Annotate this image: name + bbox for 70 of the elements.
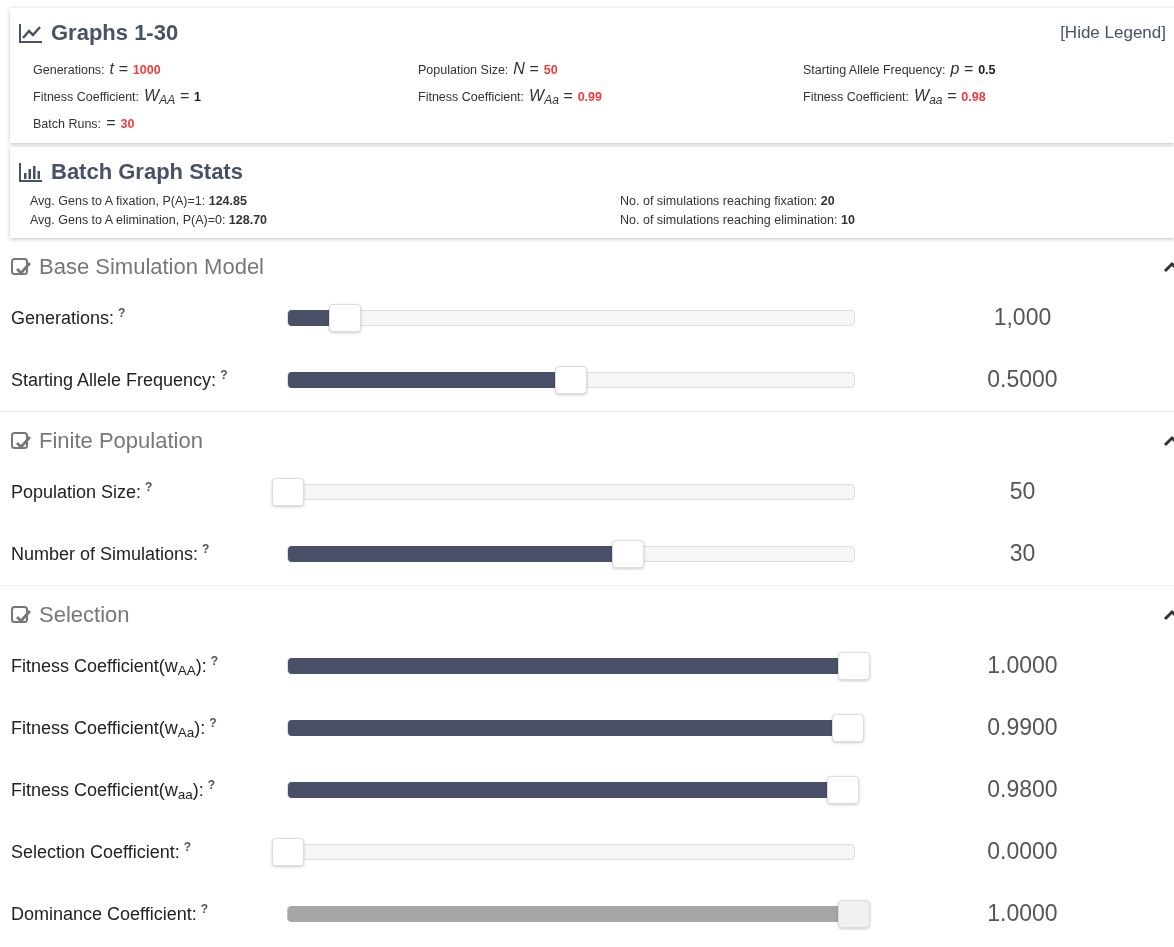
slider-value: 0.5000 [986,365,1059,395]
param-value: 0.5 [978,62,996,79]
slider-value: 1.0000 [986,899,1059,929]
checkbox-icon[interactable] [11,431,31,450]
hide-legend-link[interactable]: [Hide Legend] [1060,19,1166,46]
help-icon[interactable]: ? [202,541,210,556]
param-label: Generations: [33,62,105,79]
param-label: Fitness Coefficient: [418,89,525,106]
slider-handle[interactable] [832,713,865,742]
slider-label: Fitness Coefficient(w$_{aa}$): [11,779,204,800]
help-icon[interactable]: ? [209,715,217,730]
stat-text: Avg. Gens to A elimination, P(A)=0: 128.70 [30,211,269,229]
param-symbol: W$_{AA}$ = [144,86,189,108]
slider-handle[interactable] [271,477,304,506]
param-symbol: W$_{Aa}$ = [529,86,573,108]
slider-value: 30 [1008,539,1037,569]
line-chart-icon [19,23,43,44]
param-symbol: = [106,113,116,133]
checkbox-icon[interactable] [11,257,31,276]
slider-label: Fitness Coefficient(w$_{AA}$): [11,655,207,676]
slider-value: 0.9900 [986,713,1059,743]
slider-value: 1,000 [992,303,1053,333]
slider-label: Fitness Coefficient(w$_{Aa}$): [11,717,206,738]
slider-handle[interactable] [837,651,870,680]
param-label: Starting Allele Frequency: [803,62,946,79]
help-icon[interactable]: ? [220,367,228,382]
slider-value: 0.9800 [986,775,1059,805]
param-value: 0.99 [577,89,602,106]
section-title: Finite Population [39,426,204,455]
slider-handle[interactable] [611,539,644,568]
help-icon[interactable]: ? [145,479,153,494]
param-value: 50 [543,62,558,79]
help-icon[interactable]: ? [207,777,216,792]
param-value: 1 [194,89,201,106]
slider-value: 1.0000 [986,651,1059,681]
slider-value: 50 [1008,477,1037,507]
param-label: Population Size: [418,62,509,79]
checkbox-icon[interactable] [11,605,31,624]
param-symbol: t = [109,59,128,79]
help-icon[interactable]: ? [118,305,126,320]
section-title: Selection [39,600,131,629]
slider-label: Population Size: [11,481,142,502]
param-value: 30 [120,116,135,133]
bar-chart-icon [19,162,43,183]
param-symbol: N = [513,59,539,79]
param-value: 0.98 [961,89,986,106]
legend-title: Graphs 1-30 [51,19,179,47]
slider-handle[interactable] [271,837,304,866]
slider-label: Selection Coefficient: [11,841,180,862]
slider-label: Dominance Coefficient: [11,903,197,924]
slider-handle[interactable] [826,775,859,804]
slider-handle[interactable] [328,303,361,332]
param-label: Fitness Coefficient: [33,89,140,106]
param-symbol: p = [950,59,974,79]
slider-label: Number of Simulations: [11,543,199,564]
slider-value: 0.0000 [986,837,1059,867]
stats-title: Batch Graph Stats [51,158,243,186]
slider-label: Starting Allele Frequency: [11,369,217,390]
param-label: Batch Runs: [33,116,102,133]
help-icon[interactable]: ? [210,653,219,668]
param-symbol: W$_{aa}$ = [914,86,957,108]
slider-label: Generations: [11,307,115,328]
stat-text: Avg. Gens to A fixation, P(A)=1: 124.85 [30,193,248,210]
param-value: 1000 [132,62,161,79]
param-label: Fitness Coefficient: [803,89,910,106]
slider-handle[interactable] [554,365,587,394]
stat-text: No. of simulations reaching fixation: 20 [620,193,836,210]
help-icon[interactable]: ? [183,839,192,854]
section-title: Base Simulation Model [39,252,265,281]
stat-text: No. of simulations reaching elimination: 10 [620,211,856,229]
